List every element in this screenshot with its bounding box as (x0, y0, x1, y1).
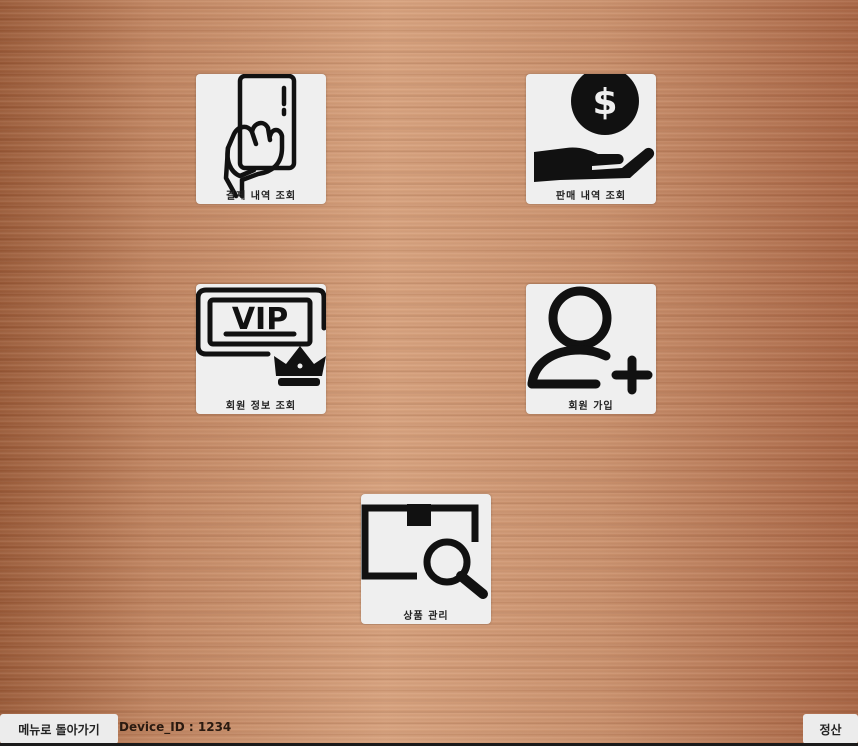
sales-history-label: 판매 내역 조회 (555, 191, 627, 202)
member-info-button[interactable]: VIP 회원 정보 조회 (196, 284, 326, 414)
payment-history-button[interactable]: 결제 내역 조회 (196, 74, 326, 204)
product-manage-label: 상품 관리 (403, 611, 449, 622)
settlement-button[interactable]: 정산 (803, 714, 858, 744)
svg-text:VIP: VIP (232, 302, 288, 337)
product-manage-button[interactable]: 상품 관리 (361, 494, 491, 624)
device-id-text: Device_ID : 1234 (119, 720, 232, 734)
payment-history-label: 결제 내역 조회 (225, 191, 297, 202)
member-signup-label: 회원 가입 (568, 401, 614, 412)
back-to-menu-button[interactable]: 메뉴로 돌아가기 (0, 714, 118, 744)
hand-card-icon (223, 74, 297, 199)
svg-text:$: $ (592, 82, 617, 123)
sales-history-button[interactable]: $ 판매 내역 조회 (526, 74, 656, 204)
member-info-label: 회원 정보 조회 (225, 401, 297, 412)
vip-card-icon: VIP (196, 287, 326, 386)
hand-dollar-icon: $ (534, 74, 655, 182)
add-user-icon (527, 286, 653, 395)
member-signup-button[interactable]: 회원 가입 (526, 284, 656, 414)
box-search-icon (361, 504, 488, 599)
